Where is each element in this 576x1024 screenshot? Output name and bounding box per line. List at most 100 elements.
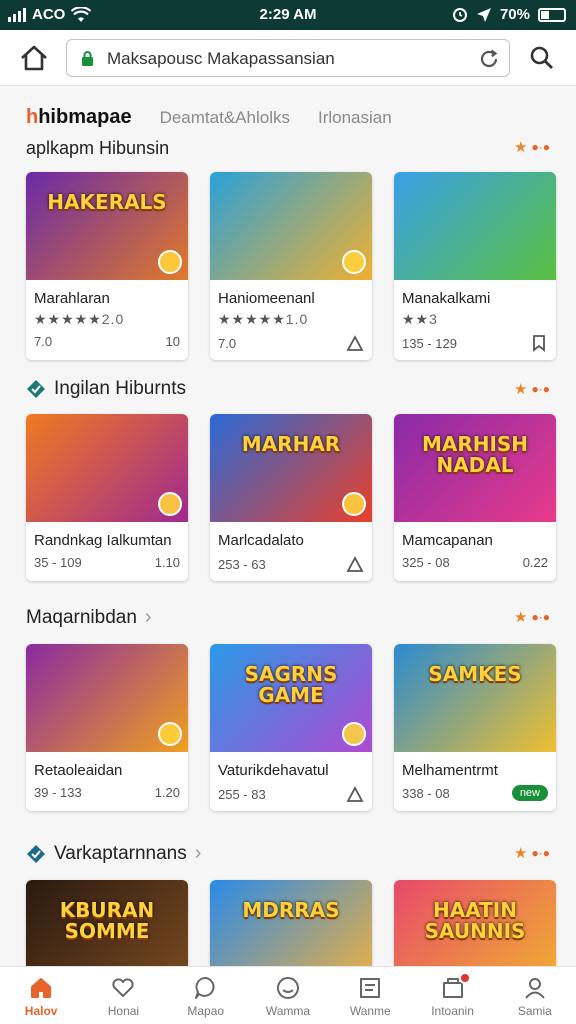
- card-footer: 7.0: [210, 328, 372, 360]
- game-card[interactable]: MDRRAS: [210, 880, 372, 966]
- section-title: Maqarnibdan: [26, 606, 137, 628]
- game-card[interactable]: Randnkag Ialkumtan 35 - 109 1.10: [26, 414, 188, 581]
- location-icon: [476, 7, 491, 22]
- section-title: Ingilan Hiburnts: [54, 378, 187, 399]
- card-meta-right: 10: [165, 334, 180, 349]
- share-icon[interactable]: [346, 334, 364, 352]
- section-header[interactable]: Maqarnibdan ›: [26, 606, 152, 629]
- game-rating: ★★★★★1.0: [210, 307, 372, 328]
- section-more[interactable]: ★ ●·●: [514, 608, 550, 626]
- rating-value: 1.0: [285, 311, 309, 327]
- nav-item-smiley[interactable]: Wamma: [247, 967, 329, 1024]
- card-meta-left: 35 - 109: [34, 555, 82, 570]
- game-thumbnail[interactable]: MARHISH NADAL: [394, 414, 556, 522]
- card-row: Randnkag Ialkumtan 35 - 109 1.10 MARHAR Marl…: [26, 414, 556, 581]
- game-name: Melhamentrmt: [402, 762, 498, 779]
- chat-icon: [194, 977, 215, 999]
- game-thumbnail[interactable]: KBURAN SOMME: [26, 880, 188, 966]
- nav-label: Wanme: [349, 1004, 391, 1018]
- card-footer: 253 - 63: [210, 549, 372, 581]
- card-footer: 35 - 109 1.10: [26, 549, 188, 578]
- game-logo-art: KBURAN SOMME: [59, 898, 155, 943]
- game-thumbnail[interactable]: SAGRNS GAME: [210, 644, 372, 752]
- game-card[interactable]: Retaoleaidan 39 - 133 1.20: [26, 644, 188, 811]
- game-name: Manakalkami: [402, 290, 491, 307]
- search-icon[interactable]: [528, 44, 556, 72]
- chevron-right-icon: ›: [144, 606, 152, 628]
- game-card[interactable]: SAGRNS GAME Vaturikdehavatul 255 - 83: [210, 644, 372, 811]
- section-header[interactable]: Varkaptarnnans ›: [26, 842, 201, 865]
- address-bar[interactable]: Maksapousc Makapassansian: [66, 39, 510, 77]
- reload-icon[interactable]: [477, 47, 501, 71]
- rating-stars: ★★: [402, 311, 430, 327]
- card-meta-right: 1.10: [154, 555, 180, 570]
- alarm-icon: [452, 7, 467, 22]
- badge-icon: [27, 844, 45, 863]
- share-icon[interactable]: [346, 555, 364, 573]
- game-thumbnail[interactable]: HAKERALS: [26, 172, 188, 280]
- card-row: HAKERALS Marahlaran ★★★★★2.0 7.0 10 Haniomeen…: [26, 172, 556, 360]
- nav-item-chat[interactable]: Mapao: [165, 967, 247, 1024]
- section-more[interactable]: ★ ●·●: [514, 380, 550, 398]
- card-meta-left: 253 - 63: [218, 556, 266, 572]
- nav-item-inbox[interactable]: Intoanin: [411, 967, 493, 1024]
- game-name: Mamcapanan: [402, 532, 493, 549]
- section-header[interactable]: Ingilan Hiburnts: [26, 378, 186, 400]
- nav-label: Honai: [107, 1004, 140, 1018]
- game-card[interactable]: MARHISH NADAL Mamcapanan 325 - 08 0.22: [394, 414, 556, 581]
- rating-value: 2.0: [101, 311, 125, 327]
- game-card[interactable]: SAMKES Melhamentrmt 338 - 08 new: [394, 644, 556, 811]
- brand-logo[interactable]: hhibmapae: [26, 106, 132, 129]
- user-icon: [525, 978, 545, 999]
- game-thumbnail[interactable]: [210, 172, 372, 280]
- game-card[interactable]: KBURAN SOMME: [26, 880, 188, 966]
- game-card[interactable]: Manakalkami ★★3 135 - 129: [394, 172, 556, 360]
- badge-icon: [158, 722, 182, 746]
- game-card[interactable]: MARHAR Marlcadalato 253 - 63: [210, 414, 372, 581]
- nav-item-user[interactable]: Samia: [494, 967, 576, 1024]
- section-more[interactable]: ★ ●·●: [514, 844, 550, 862]
- game-thumbnail[interactable]: HAATIN SAUNNIS: [394, 880, 556, 966]
- card-meta-left: 338 - 08: [402, 785, 450, 801]
- card-footer: 7.0 10: [26, 328, 188, 357]
- more-dots-icon: ●·●: [531, 382, 551, 396]
- game-thumbnail[interactable]: [26, 644, 188, 752]
- home-icon[interactable]: [18, 44, 50, 72]
- tab-item[interactable]: Deamtat&Ahlolks: [160, 108, 290, 128]
- nav-item-message[interactable]: Wanme: [329, 967, 411, 1024]
- game-card[interactable]: Haniomeenanl ★★★★★1.0 7.0: [210, 172, 372, 360]
- nav-label: Halov: [24, 1004, 58, 1018]
- lock-icon: [82, 51, 93, 66]
- share-icon[interactable]: [346, 785, 364, 803]
- game-logo-art: MARHAR: [241, 432, 341, 456]
- nav-item-home[interactable]: Halov: [0, 967, 82, 1024]
- bookmark-icon[interactable]: [530, 334, 548, 352]
- game-name: Marahlaran: [34, 290, 110, 307]
- card-row: KBURAN SOMME MDRRAS HAATIN SAUNNIS: [26, 880, 556, 966]
- game-logo-art: HAATIN SAUNNIS: [424, 898, 526, 943]
- game-rating: ★★★★★2.0: [26, 307, 188, 328]
- star-icon: ★: [514, 381, 528, 398]
- nav-label: Intoanin: [431, 1004, 474, 1018]
- tab-item[interactable]: Irlonasian: [318, 108, 392, 128]
- card-footer: 325 - 08 0.22: [394, 549, 556, 578]
- game-thumbnail[interactable]: [394, 172, 556, 280]
- game-thumbnail[interactable]: SAMKES: [394, 644, 556, 752]
- game-card[interactable]: HAATIN SAUNNIS: [394, 880, 556, 966]
- content-area: hhibmapae Deamtat&Ahlolks Irlonasian apl…: [0, 86, 576, 966]
- badge-icon: [342, 250, 366, 274]
- game-thumbnail[interactable]: MARHAR: [210, 414, 372, 522]
- card-footer: 255 - 83: [210, 779, 372, 811]
- section-more[interactable]: ★ ●·●: [514, 138, 550, 156]
- brand-text: hibmapae: [38, 106, 132, 128]
- game-thumbnail[interactable]: [26, 414, 188, 522]
- card-meta-right: 0.22: [522, 555, 548, 570]
- game-card[interactable]: HAKERALS Marahlaran ★★★★★2.0 7.0 10: [26, 172, 188, 360]
- game-thumbnail[interactable]: MDRRAS: [210, 880, 372, 966]
- message-icon: [360, 978, 381, 998]
- nav-item-heart[interactable]: Honai: [82, 967, 164, 1024]
- nav-label: Mapao: [187, 1004, 225, 1018]
- section-title: aplkapm Hibunsin: [26, 138, 170, 158]
- card-meta-left: 135 - 129: [402, 335, 457, 351]
- card-meta-left: 7.0: [218, 335, 237, 351]
